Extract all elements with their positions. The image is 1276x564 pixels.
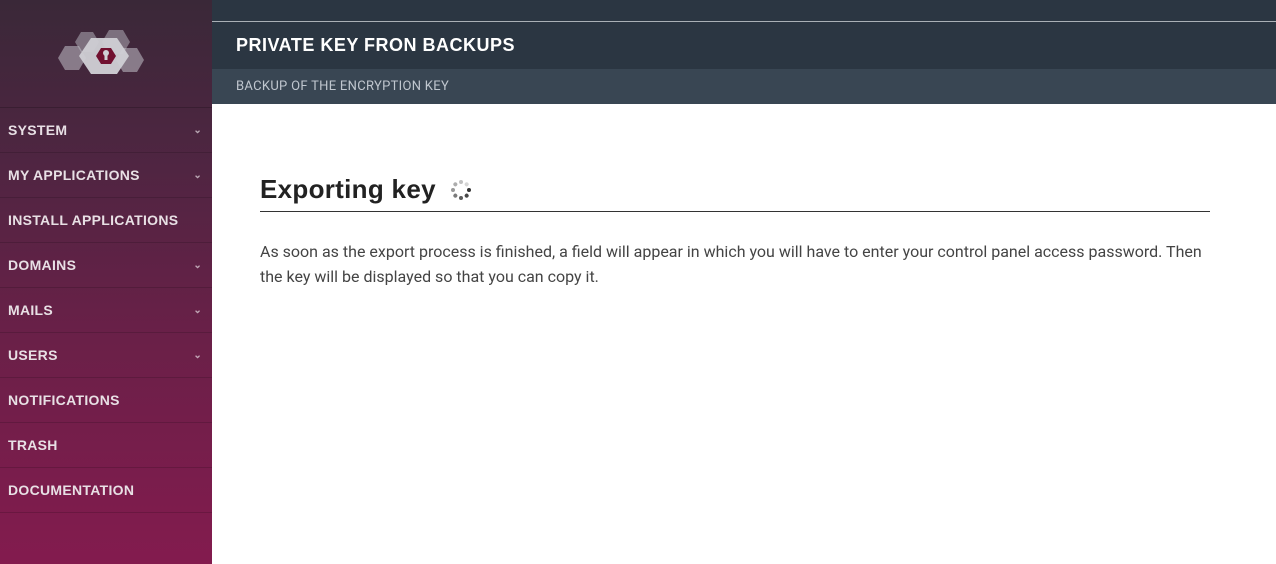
chevron-down-icon: ⌄ <box>193 350 202 361</box>
chevron-down-icon: ⌄ <box>193 305 202 316</box>
sidebar-item-label: TRASH <box>8 437 58 453</box>
main-area: PRIVATE KEY FRON BACKUPS BACKUP OF THE E… <box>212 0 1276 564</box>
page-subtitle: BACKUP OF THE ENCRYPTION KEY <box>212 69 1276 104</box>
sidebar-nav: SYSTEM ⌄ MY APPLICATIONS ⌄ INSTALL APPLI… <box>0 108 212 513</box>
page-subtitle-text: BACKUP OF THE ENCRYPTION KEY <box>236 79 449 94</box>
sidebar-item-label: MAILS <box>8 302 53 318</box>
sidebar-item-label: SYSTEM <box>8 122 67 138</box>
chevron-down-icon: ⌄ <box>193 170 202 181</box>
sidebar-item-label: DOMAINS <box>8 257 76 273</box>
spinner-icon <box>450 179 472 201</box>
sidebar-item-label: USERS <box>8 347 58 363</box>
sidebar-item-label: NOTIFICATIONS <box>8 392 120 408</box>
content-heading-row: Exporting key <box>260 174 1210 212</box>
top-bar <box>212 0 1276 22</box>
content-heading: Exporting key <box>260 174 436 205</box>
sidebar-item-users[interactable]: USERS ⌄ <box>0 333 212 378</box>
sidebar-item-notifications[interactable]: NOTIFICATIONS <box>0 378 212 423</box>
sidebar-item-trash[interactable]: TRASH <box>0 423 212 468</box>
chevron-down-icon: ⌄ <box>193 125 202 136</box>
sidebar: SYSTEM ⌄ MY APPLICATIONS ⌄ INSTALL APPLI… <box>0 0 212 564</box>
sidebar-item-label: DOCUMENTATION <box>8 482 134 498</box>
sidebar-item-label: MY APPLICATIONS <box>8 167 140 183</box>
logo-area <box>0 0 212 108</box>
sidebar-item-documentation[interactable]: DOCUMENTATION <box>0 468 212 513</box>
content-body: As soon as the export process is finishe… <box>260 240 1210 290</box>
page-title: PRIVATE KEY FRON BACKUPS <box>212 22 1276 69</box>
sidebar-item-label: INSTALL APPLICATIONS <box>8 212 178 228</box>
sidebar-item-install-applications[interactable]: INSTALL APPLICATIONS <box>0 198 212 243</box>
sidebar-item-mails[interactable]: MAILS ⌄ <box>0 288 212 333</box>
content-area: Exporting key As soon as the export proc… <box>212 104 1276 320</box>
logo-icon <box>51 24 161 84</box>
sidebar-item-my-applications[interactable]: MY APPLICATIONS ⌄ <box>0 153 212 198</box>
sidebar-item-domains[interactable]: DOMAINS ⌄ <box>0 243 212 288</box>
page-title-text: PRIVATE KEY FRON BACKUPS <box>236 35 515 55</box>
sidebar-item-system[interactable]: SYSTEM ⌄ <box>0 108 212 153</box>
chevron-down-icon: ⌄ <box>193 260 202 271</box>
